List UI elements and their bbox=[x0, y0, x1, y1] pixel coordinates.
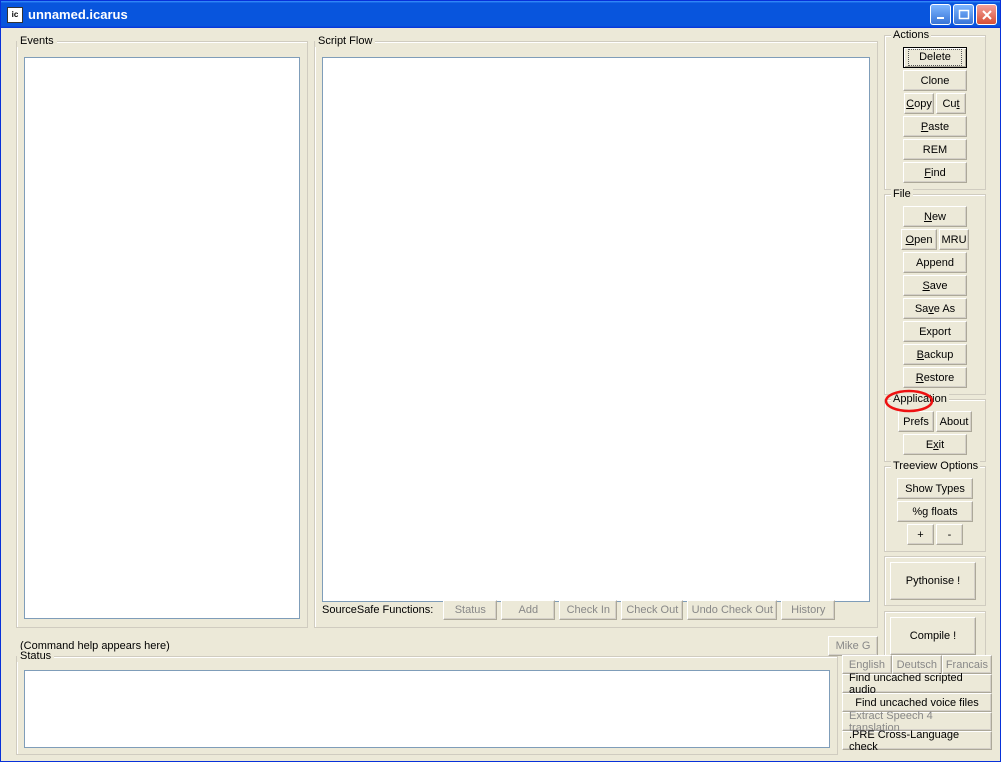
restore-button[interactable]: Restore bbox=[903, 367, 967, 388]
ss-history-button[interactable]: History bbox=[781, 600, 835, 620]
about-button[interactable]: About bbox=[936, 411, 972, 432]
export-button[interactable]: Export bbox=[903, 321, 967, 342]
find-uncached-audio-button[interactable]: Find uncached scripted audio bbox=[842, 674, 992, 693]
actions-group: Actions Delete Clone Copy Cut Paste REM … bbox=[884, 35, 986, 190]
ss-add-button[interactable]: Add bbox=[501, 600, 555, 620]
file-group: File New Open MRU Append Save Save As Ex… bbox=[884, 194, 986, 395]
client-area: Events Script Flow SourceSafe Functions:… bbox=[4, 30, 997, 758]
show-types-button[interactable]: Show Types bbox=[897, 478, 973, 499]
actions-legend: Actions bbox=[891, 29, 931, 41]
scriptflow-group: Script Flow SourceSafe Functions: Status… bbox=[314, 35, 878, 628]
treeview-group: Treeview Options Show Types %g floats + … bbox=[884, 466, 986, 552]
compile-button[interactable]: Compile ! bbox=[890, 617, 976, 655]
new-button[interactable]: New bbox=[903, 206, 967, 227]
pythonise-button[interactable]: Pythonise ! bbox=[890, 562, 976, 600]
sourcesafe-label: SourceSafe Functions: bbox=[322, 604, 433, 616]
events-legend: Events bbox=[17, 35, 57, 47]
bottom-right-stack: English Deutsch Francais Find uncached s… bbox=[842, 655, 992, 750]
pythonise-box: Pythonise ! bbox=[884, 556, 986, 606]
events-group: Events bbox=[16, 35, 308, 628]
ss-undocheckout-button[interactable]: Undo Check Out bbox=[687, 600, 777, 620]
backup-button[interactable]: Backup bbox=[903, 344, 967, 365]
ss-checkin-button[interactable]: Check In bbox=[559, 600, 617, 620]
expand-button[interactable]: + bbox=[907, 524, 934, 545]
paste-button[interactable]: Paste bbox=[903, 116, 967, 137]
file-legend: File bbox=[891, 188, 913, 200]
sourcesafe-row: SourceSafe Functions: Status Add Check I… bbox=[322, 599, 870, 621]
cut-button[interactable]: Cut bbox=[936, 93, 966, 114]
append-button[interactable]: Append bbox=[903, 252, 967, 273]
exit-button[interactable]: Exit bbox=[903, 434, 967, 455]
status-group: Status bbox=[16, 650, 838, 755]
pre-cross-lang-button[interactable]: .PRE Cross-Language check bbox=[842, 731, 992, 750]
prefs-button[interactable]: Prefs bbox=[898, 411, 934, 432]
gfloats-button[interactable]: %g floats bbox=[897, 501, 973, 522]
treeview-legend: Treeview Options bbox=[891, 460, 980, 472]
window: ic unnamed.icarus Events Script Flow Sou… bbox=[0, 0, 1001, 762]
scriptflow-legend: Script Flow bbox=[315, 35, 375, 47]
close-button[interactable] bbox=[976, 4, 997, 25]
status-area[interactable] bbox=[24, 670, 830, 748]
save-button[interactable]: Save bbox=[903, 275, 967, 296]
minimize-button[interactable] bbox=[930, 4, 951, 25]
compile-box: Compile ! bbox=[884, 611, 986, 661]
open-button[interactable]: Open bbox=[901, 229, 937, 250]
application-group: Application Prefs About Exit bbox=[884, 399, 986, 462]
right-column: Actions Delete Clone Copy Cut Paste REM … bbox=[884, 35, 986, 666]
window-title: unnamed.icarus bbox=[28, 7, 930, 22]
rem-button[interactable]: REM bbox=[903, 139, 967, 160]
titlebar: ic unnamed.icarus bbox=[1, 1, 1000, 28]
status-legend: Status bbox=[17, 650, 54, 662]
saveas-button[interactable]: Save As bbox=[903, 298, 967, 319]
delete-button[interactable]: Delete bbox=[903, 47, 967, 68]
copy-button[interactable]: Copy bbox=[904, 93, 934, 114]
scriptflow-list[interactable] bbox=[322, 57, 870, 602]
ss-checkout-button[interactable]: Check Out bbox=[621, 600, 683, 620]
mru-button[interactable]: MRU bbox=[939, 229, 969, 250]
clone-button[interactable]: Clone bbox=[903, 70, 967, 91]
maximize-button[interactable] bbox=[953, 4, 974, 25]
find-button[interactable]: Find bbox=[903, 162, 967, 183]
app-icon: ic bbox=[7, 7, 23, 23]
application-legend: Application bbox=[891, 393, 949, 405]
collapse-button[interactable]: - bbox=[936, 524, 963, 545]
events-list[interactable] bbox=[24, 57, 300, 619]
ss-status-button[interactable]: Status bbox=[443, 600, 497, 620]
